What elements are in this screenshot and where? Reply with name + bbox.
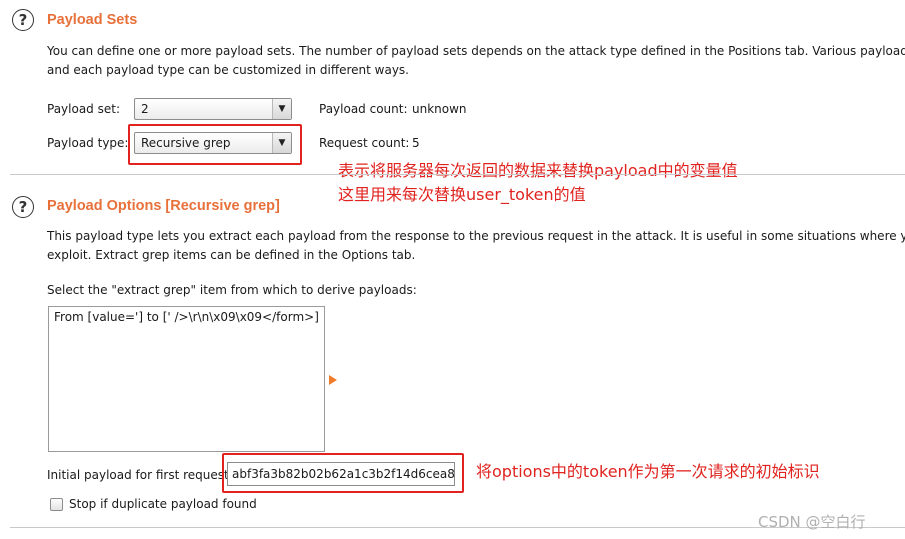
payload-set-select[interactable]: 2 ▼ (134, 98, 292, 120)
stop-duplicate-checkbox[interactable] (50, 498, 63, 511)
payload-count-value: unknown (412, 102, 467, 116)
payload-sets-title: Payload Sets (47, 12, 138, 28)
request-count-label: Request count: (319, 136, 410, 150)
payload-sets-description-line1: You can define one or more payload sets.… (47, 44, 905, 58)
annotation-note-line2: 这里用来每次替换user_token的值 (338, 185, 586, 204)
section-divider (10, 174, 905, 175)
annotation-highlight-box (128, 124, 302, 165)
help-icon[interactable]: ? (12, 196, 34, 218)
initial-payload-label: Initial payload for first request: (47, 468, 233, 482)
annotation-note: 将options中的token作为第一次请求的初始标识 (476, 462, 820, 481)
extract-grep-list[interactable]: From [value='] to [' />\r\n\x09\x09</for… (48, 306, 325, 452)
payload-options-description-line1: This payload type lets you extract each … (47, 229, 905, 243)
payload-set-label: Payload set: (47, 102, 120, 116)
payload-type-label: Payload type: (47, 136, 129, 150)
list-item[interactable]: From [value='] to [' />\r\n\x09\x09</for… (54, 310, 319, 324)
request-count-value: 5 (412, 136, 420, 150)
payload-set-value: 2 (141, 102, 149, 116)
select-extract-grep-label: Select the "extract grep" item from whic… (47, 283, 417, 297)
watermark-text: CSDN @空白行 (758, 513, 866, 531)
stop-duplicate-label: Stop if duplicate payload found (69, 497, 257, 511)
help-icon[interactable]: ? (12, 9, 34, 31)
payload-sets-description-line2: and each payload type can be customized … (47, 63, 409, 77)
annotation-note-line1: 表示将服务器每次返回的数据来替换payload中的变量值 (338, 161, 738, 180)
expand-arrow-icon[interactable] (329, 375, 337, 385)
payload-options-description-line2: exploit. Extract grep items can be defin… (47, 248, 416, 262)
annotation-highlight-box (222, 453, 464, 493)
payload-count-label: Payload count: (319, 102, 408, 116)
payload-options-title: Payload Options [Recursive grep] (47, 198, 280, 214)
dropdown-arrow-icon: ▼ (272, 99, 291, 119)
